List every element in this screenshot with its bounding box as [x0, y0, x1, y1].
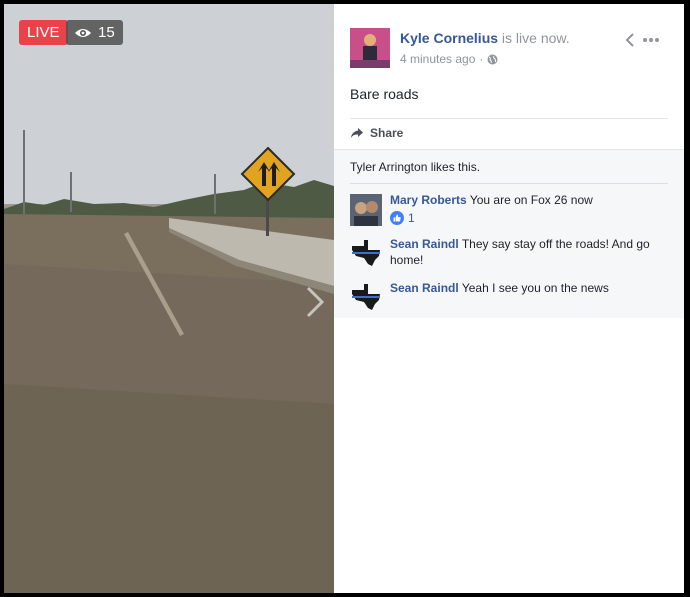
- comment-text: Yeah I see you on the news: [461, 281, 609, 295]
- globe-icon[interactable]: [487, 54, 498, 65]
- chevron-right-icon[interactable]: [300, 284, 328, 320]
- share-label: Share: [370, 126, 404, 140]
- commenter-avatar[interactable]: [350, 238, 382, 270]
- comment-reactions[interactable]: 1: [390, 210, 668, 226]
- header-actions: [624, 32, 660, 48]
- divider: [350, 118, 668, 119]
- meta-separator: ·: [479, 52, 484, 66]
- post-header: Kyle Cornelius is live now. 4 minutes ag…: [350, 28, 674, 72]
- commenter-avatar[interactable]: [350, 194, 382, 226]
- live-badge: LIVE: [19, 20, 68, 45]
- live-video-player[interactable]: LIVE 15: [4, 4, 334, 593]
- author-name[interactable]: Kyle Cornelius: [400, 30, 498, 46]
- comment-text: You are on Fox 26 now: [469, 193, 593, 207]
- post-time[interactable]: 4 minutes ago: [400, 52, 475, 66]
- comment-author[interactable]: Mary Roberts: [390, 193, 467, 207]
- share-button[interactable]: Share: [350, 126, 403, 140]
- live-status-text: is live now.: [501, 30, 570, 46]
- commenter-avatar[interactable]: [350, 282, 382, 314]
- eye-icon: [75, 28, 91, 37]
- like-reaction-icon: [390, 211, 404, 225]
- author-avatar[interactable]: [350, 28, 390, 68]
- post-panel: Kyle Cornelius is live now. 4 minutes ag…: [334, 4, 684, 593]
- author-line: Kyle Cornelius is live now.: [400, 30, 570, 46]
- chevron-left-icon[interactable]: [624, 32, 636, 48]
- comment-item: Sean Raindl They say stay off the roads!…: [350, 236, 668, 272]
- viewer-count: 15: [98, 24, 115, 41]
- video-frame-image: [4, 4, 334, 593]
- comment-author[interactable]: Sean Raindl: [390, 281, 459, 295]
- like-count: 1: [408, 211, 415, 225]
- viewer-count-badge: 15: [66, 20, 123, 45]
- live-video-viewer: LIVE 15 Kyle Cornelius is live now. 4 mi…: [0, 0, 690, 597]
- post-meta: 4 minutes ago ·: [400, 52, 498, 66]
- comment-body: Sean Raindl They say stay off the roads!…: [390, 236, 668, 268]
- comment-body: Mary Roberts You are on Fox 26 now 1: [390, 192, 668, 226]
- comments-section: Tyler Arrington likes this. Mary Roberts…: [334, 149, 684, 318]
- post-text: Bare roads: [350, 86, 419, 102]
- divider: [350, 183, 668, 184]
- likes-summary[interactable]: Tyler Arrington likes this.: [350, 160, 480, 174]
- share-arrow-icon: [351, 128, 363, 138]
- comment-item: Sean Raindl Yeah I see you on the news: [350, 280, 668, 316]
- comment-item: Mary Roberts You are on Fox 26 now 1: [350, 192, 668, 232]
- comment-author[interactable]: Sean Raindl: [390, 237, 459, 251]
- more-dots-icon[interactable]: [642, 37, 660, 43]
- comment-body: Sean Raindl Yeah I see you on the news: [390, 280, 668, 296]
